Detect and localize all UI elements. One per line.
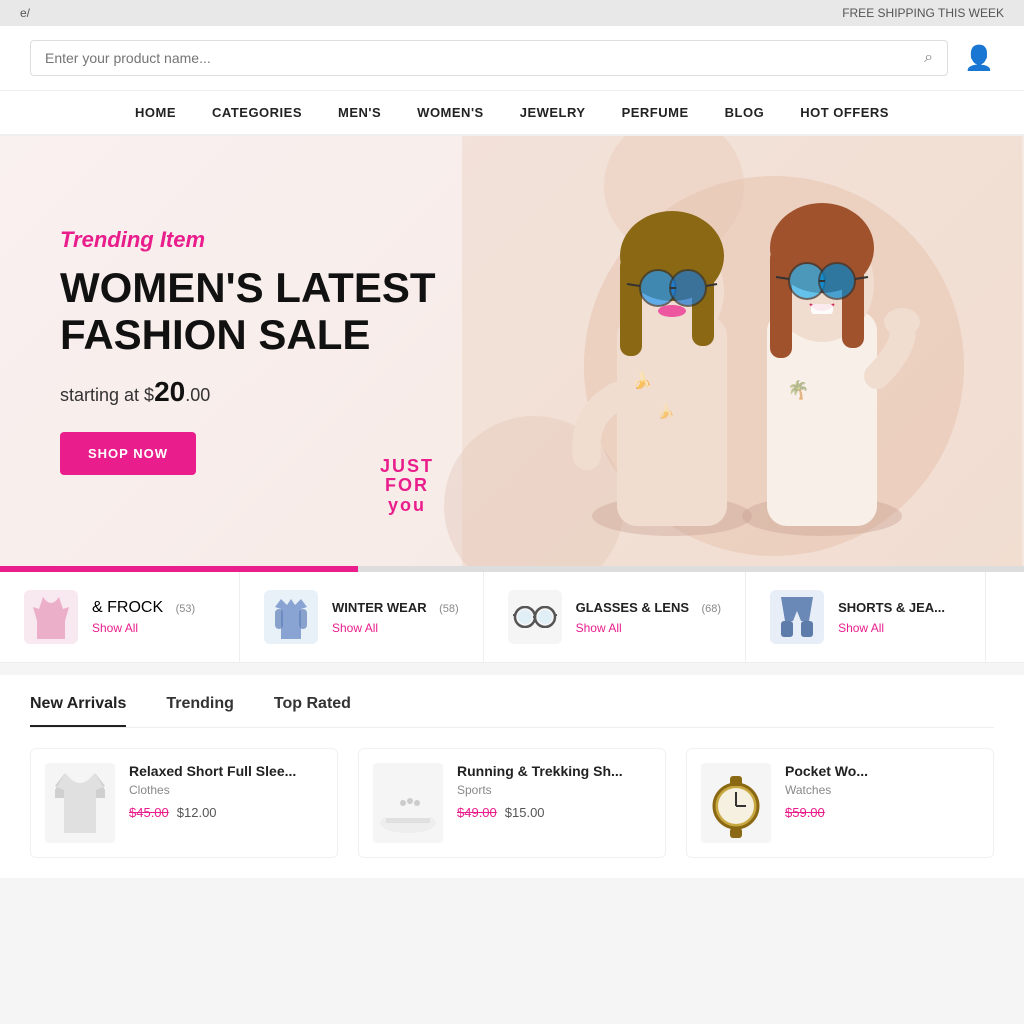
main-nav: HOME CATEGORIES MEN'S WOMEN'S JEWELRY PE… [0, 91, 1024, 136]
hero-logo-text: JUST FOR you [380, 457, 434, 516]
hero-price-prefix: starting at $ [60, 385, 154, 405]
category-strip: & FROCK (53) Show All WINTER WEAR (58) S… [0, 572, 1024, 663]
show-all-winter[interactable]: Show All [332, 621, 459, 635]
product-card-0[interactable]: Relaxed Short Full Slee... Clothes $45.0… [30, 748, 338, 858]
tab-new-arrivals[interactable]: New Arrivals [30, 695, 126, 727]
price-original-0: $45.00 [129, 805, 169, 820]
slider-progress [0, 566, 358, 572]
category-name-winter: WINTER WEAR (58) [332, 599, 459, 617]
shorts-icon [779, 595, 815, 639]
winter-wear-icon [271, 595, 311, 639]
hero-title: WOMEN'S LATESTFASHION SALE [60, 265, 436, 357]
nav-perfume[interactable]: PERFUME [622, 105, 689, 120]
show-all-frock[interactable]: Show All [92, 621, 195, 635]
svg-text:🍌: 🍌 [632, 371, 652, 390]
product-name-2: Pocket Wo... [785, 763, 868, 779]
nav-womens[interactable]: WOMEN'S [417, 105, 484, 120]
product-thumb-2 [701, 763, 771, 843]
top-bar-left: e/ [20, 6, 30, 20]
product-category-2: Watches [785, 783, 868, 797]
top-bar-right: FREE SHIPPING THIS WEEK [842, 6, 1004, 20]
category-item-shorts[interactable]: SHORTS & JEA... Show All [746, 572, 986, 662]
product-name-0: Relaxed Short Full Slee... [129, 763, 296, 779]
category-icon-glasses [508, 590, 562, 644]
tab-trending[interactable]: Trending [166, 695, 234, 727]
svg-text:🍌: 🍌 [657, 403, 674, 420]
product-thumb-0 [45, 763, 115, 843]
slider-bar[interactable] [0, 566, 1024, 572]
nav-hot-offers[interactable]: HOT OFFERS [800, 105, 889, 120]
category-info-shorts: SHORTS & JEA... Show All [838, 599, 953, 635]
price-sale-1: $15.00 [505, 805, 545, 820]
show-all-glasses[interactable]: Show All [576, 621, 721, 635]
category-name-frock: & FROCK (53) [92, 599, 195, 617]
hero-subtitle: Trending Item [60, 227, 436, 253]
logo-line2: FOR [380, 476, 434, 496]
logo-line3: you [380, 496, 434, 516]
search-input[interactable] [45, 50, 924, 66]
nav-home[interactable]: HOME [135, 105, 176, 120]
category-icon-shorts [770, 590, 824, 644]
category-item-winter[interactable]: WINTER WEAR (58) Show All [240, 572, 484, 662]
hero-price-suffix: .00 [185, 385, 210, 405]
shoe-thumb-icon [378, 768, 438, 838]
shop-now-button[interactable]: SHOP NOW [60, 432, 196, 475]
category-info-glasses: GLASSES & LENS (68) Show All [576, 599, 721, 635]
price-sale-0: $12.00 [177, 805, 217, 820]
user-account-button[interactable]: 👤 [964, 44, 994, 73]
search-bar: ⌕ [30, 40, 948, 76]
category-info-winter: WINTER WEAR (58) Show All [332, 599, 459, 635]
nav-categories[interactable]: CATEGORIES [212, 105, 302, 120]
top-bar: e/ FREE SHIPPING THIS WEEK [0, 0, 1024, 26]
user-icon: 👤 [964, 45, 994, 72]
product-category-1: Sports [457, 783, 623, 797]
shirt-thumb-icon [50, 768, 110, 838]
svg-text:🌴: 🌴 [787, 379, 809, 400]
hero-illustration: 🍌 🍌 🌴 [462, 136, 1022, 566]
product-info-2: Pocket Wo... Watches $59.00 [785, 763, 868, 820]
product-info-0: Relaxed Short Full Slee... Clothes $45.0… [129, 763, 296, 820]
glasses-icon [513, 606, 557, 628]
frock-icon [31, 595, 71, 639]
section-tabs: New Arrivals Trending Top Rated [30, 695, 994, 728]
category-name-glasses: GLASSES & LENS (68) [576, 599, 721, 617]
product-thumb-1 [373, 763, 443, 843]
product-info-1: Running & Trekking Sh... Sports $49.00 $… [457, 763, 623, 820]
product-category-0: Clothes [129, 783, 296, 797]
price-original-2: $59.00 [785, 805, 825, 820]
hero-image: 🍌 🍌 🌴 [461, 136, 1024, 566]
nav-jewelry[interactable]: JEWELRY [520, 105, 586, 120]
product-card-2[interactable]: Pocket Wo... Watches $59.00 [686, 748, 994, 858]
hero-content: Trending Item WOMEN'S LATESTFASHION SALE… [0, 227, 496, 474]
category-name-shorts: SHORTS & JEA... [838, 599, 953, 617]
logo-line1: JUST [380, 457, 434, 477]
search-icon: ⌕ [924, 49, 933, 66]
product-prices-2: $59.00 [785, 805, 868, 820]
category-icon-frock [24, 590, 78, 644]
product-card-1[interactable]: Running & Trekking Sh... Sports $49.00 $… [358, 748, 666, 858]
nav-mens[interactable]: MEN'S [338, 105, 381, 120]
header: ⌕ 👤 [0, 26, 1024, 91]
hero-banner: Trending Item WOMEN'S LATESTFASHION SALE… [0, 136, 1024, 566]
product-prices-1: $49.00 $15.00 [457, 805, 623, 820]
category-info-frock: & FROCK (53) Show All [92, 599, 195, 635]
category-item-frock[interactable]: & FROCK (53) Show All [0, 572, 240, 662]
product-prices-0: $45.00 $12.00 [129, 805, 296, 820]
product-grid: Relaxed Short Full Slee... Clothes $45.0… [30, 748, 994, 858]
watch-thumb-icon [706, 768, 766, 838]
price-original-1: $49.00 [457, 805, 497, 820]
product-section: New Arrivals Trending Top Rated Relaxed … [0, 675, 1024, 878]
product-name-1: Running & Trekking Sh... [457, 763, 623, 779]
hero-price: starting at $20.00 [60, 376, 436, 408]
category-icon-winter [264, 590, 318, 644]
tab-top-rated[interactable]: Top Rated [274, 695, 351, 727]
category-item-glasses[interactable]: GLASSES & LENS (68) Show All [484, 572, 746, 662]
hero-price-amount: 20 [154, 376, 185, 407]
nav-blog[interactable]: BLOG [725, 105, 765, 120]
show-all-shorts[interactable]: Show All [838, 621, 953, 635]
search-button[interactable]: ⌕ [924, 49, 933, 67]
